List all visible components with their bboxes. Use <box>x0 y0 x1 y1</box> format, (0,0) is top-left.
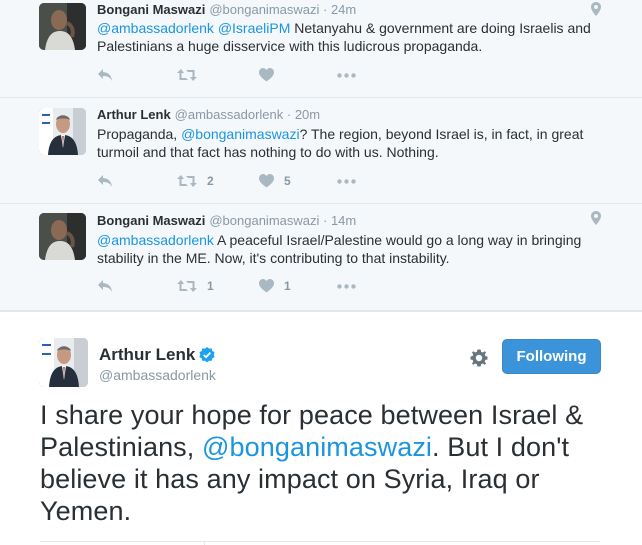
author-handle[interactable]: @bonganimaswazi <box>209 2 319 17</box>
location-icon <box>591 2 601 16</box>
tweet-text: @ambassadorlenk A peaceful Israel/Palest… <box>97 231 617 267</box>
conversation-thread: Bongani Maswazi @bonganimaswazi · 24m @am… <box>0 0 642 311</box>
reply-tweet[interactable]: Bongani Maswazi @bonganimaswazi · 24m @am… <box>0 0 642 98</box>
reply-icon <box>98 280 112 292</box>
reply-button[interactable] <box>97 276 113 296</box>
divider <box>204 541 205 545</box>
mention-link[interactable]: @bonganimaswazi <box>202 432 432 462</box>
more-button[interactable] <box>337 171 356 191</box>
reply-button[interactable] <box>97 171 113 191</box>
like-icon <box>259 174 274 188</box>
author-handle[interactable]: @ambassadorlenk <box>99 367 216 383</box>
tweet-text: @ambassadorlenk @IsraeliPM Netanyahu & g… <box>97 19 617 55</box>
tweet-text: Propaganda, @bonganimaswazi? The region,… <box>97 125 617 161</box>
tweet-time[interactable]: · 24m <box>323 2 356 17</box>
reply-icon <box>98 175 112 187</box>
like-count: 5 <box>284 174 291 188</box>
author-name[interactable]: Arthur Lenk <box>97 107 171 122</box>
more-icon <box>337 72 356 78</box>
tweet-text: I share your hope for peace between Isra… <box>40 399 620 527</box>
author-name[interactable]: Bongani Maswazi <box>97 213 205 228</box>
retweet-button[interactable]: 1 <box>177 276 214 296</box>
reply-icon <box>98 69 112 81</box>
location-icon <box>591 211 601 225</box>
mention-link[interactable]: @IsraeliPM <box>218 20 291 36</box>
retweet-icon <box>177 280 197 292</box>
mention-link[interactable]: @bonganimaswazi <box>181 126 300 142</box>
author-handle[interactable]: @ambassadorlenk <box>175 107 284 122</box>
like-button[interactable]: 1 <box>259 276 291 296</box>
more-button[interactable] <box>337 276 356 296</box>
permalink-tweet: Arthur Lenk @ambassadorlenk Following I … <box>0 311 642 545</box>
divider <box>40 541 600 542</box>
avatar[interactable] <box>39 3 86 50</box>
more-icon <box>337 283 356 289</box>
more-button[interactable] <box>337 65 356 85</box>
retweet-count: 2 <box>207 174 214 188</box>
author-name[interactable]: Bongani Maswazi <box>97 2 205 17</box>
author-handle[interactable]: @bonganimaswazi <box>209 213 319 228</box>
avatar[interactable] <box>39 108 86 155</box>
retweet-button[interactable]: 2 <box>177 171 214 191</box>
tweet-time[interactable]: · 14m <box>323 213 356 228</box>
tweet-time[interactable]: · 20m <box>287 107 320 122</box>
gear-icon[interactable] <box>469 348 489 368</box>
more-icon <box>337 178 356 184</box>
retweet-button[interactable] <box>177 65 207 85</box>
retweet-count: 1 <box>207 279 214 293</box>
mention-link[interactable]: @ambassadorlenk <box>97 20 214 36</box>
tweet-text-segment: Propaganda, <box>97 126 182 142</box>
tweet-header: Arthur Lenk @ambassadorlenk · 20m <box>97 107 320 122</box>
avatar[interactable] <box>39 338 88 387</box>
like-button[interactable]: 5 <box>259 171 291 191</box>
reply-tweet[interactable]: Arthur Lenk @ambassadorlenk · 20m Propaga… <box>0 97 642 204</box>
like-icon <box>259 279 274 293</box>
mention-link[interactable]: @ambassadorlenk <box>97 232 214 248</box>
tweet-header: Bongani Maswazi @bonganimaswazi · 24m <box>97 2 356 17</box>
retweet-icon <box>177 69 197 81</box>
verified-icon <box>199 347 215 363</box>
avatar[interactable] <box>39 213 86 260</box>
reply-tweet[interactable]: Bongani Maswazi @bonganimaswazi · 14m @am… <box>0 203 642 311</box>
author-name[interactable]: Arthur Lenk <box>99 345 195 365</box>
retweet-icon <box>177 175 197 187</box>
tweet-header: Bongani Maswazi @bonganimaswazi · 14m <box>97 213 356 228</box>
like-icon <box>259 68 274 82</box>
like-count: 1 <box>284 279 291 293</box>
author-name-row: Arthur Lenk <box>99 345 215 365</box>
following-button[interactable]: Following <box>502 339 601 374</box>
reply-button[interactable] <box>97 65 113 85</box>
like-button[interactable] <box>259 65 284 85</box>
